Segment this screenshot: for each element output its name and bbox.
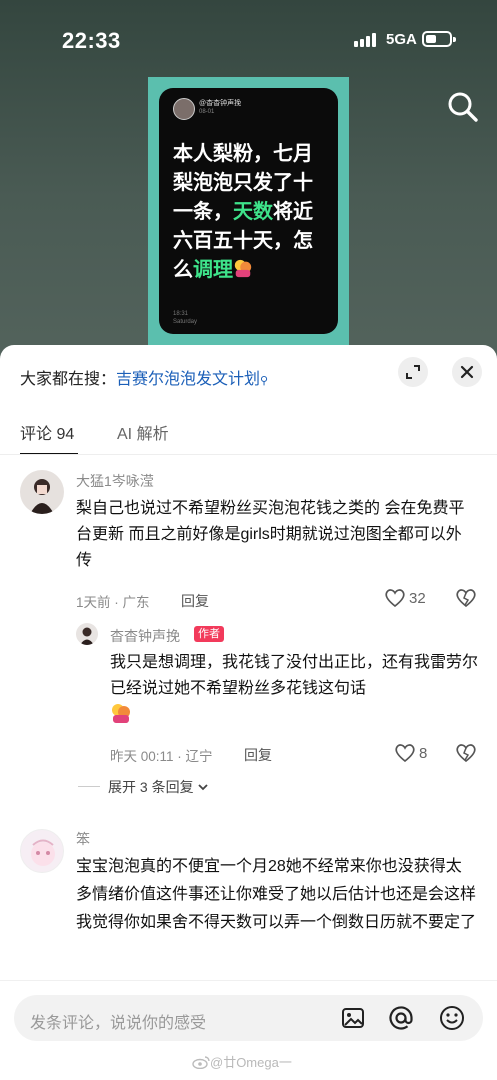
reply-text: 我只是想调理，我花钱了没付出正比，还有我雷劳尔已经说过她不希望粉丝多花钱这句话 [110,650,482,729]
dislike-icon[interactable] [455,743,477,763]
close-icon[interactable] [452,357,482,387]
weibo-logo-icon [192,1056,210,1070]
comment-input[interactable]: 发条评论，说说你的感受 [14,995,483,1041]
author-badge: 作者 [194,626,224,642]
comment-sheet: 大家都在搜：吉赛尔泡泡发文计划⚲ 评论 94 AI 解析 大猛1岑咏滢 梨自己也… [0,345,497,1080]
image-icon[interactable] [341,1007,365,1029]
dislike-icon[interactable] [455,588,477,608]
poster-avatar [173,98,195,120]
tab-ai-analysis[interactable]: AI 解析 [117,420,169,444]
expand-icon[interactable] [398,357,428,387]
reply-meta: 昨天 00:11 · 辽宁 [110,749,213,764]
status-bar: 22:33 5GA [0,0,497,80]
comment-meta: 1天前 · 广东 [76,595,150,610]
comment-text: 宝宝泡泡真的不便宜一个月28她不经常来你也没获得太多情绪价值这件事还让你难受了她… [76,858,477,931]
comment-text: 梨自己也说过不希望粉丝买泡泡花钱之类的 会在免费平台更新 而且之前好像是girl… [76,500,465,569]
reply-button[interactable]: 回复 [244,745,272,765]
poster-date: 08-01 [199,109,215,115]
comment-author[interactable]: 大猛1岑咏滢 [76,471,154,491]
poster-footer-day: Saturday [173,319,198,325]
comment-tabs: 评论 94 AI 解析 [0,417,497,457]
post-image[interactable]: @杳杳钟声挽 08-01 本人梨粉，七月梨泡泡只发了十一条，天数将近六百五十天，… [148,77,349,360]
search-icon[interactable] [446,90,480,124]
search-small-icon: ⚲ [260,375,269,387]
comment-author[interactable]: 笨 [76,829,90,849]
poster-footer-time: 18:31 [173,311,189,317]
mention-icon[interactable] [388,1005,414,1031]
hot-search[interactable]: 大家都在搜：吉赛尔泡泡发文计划⚲ [20,365,268,389]
chevron-down-icon [198,784,209,791]
reply-button[interactable]: 回复 [181,591,209,611]
watermark: @廿Omega一 [192,1052,292,1071]
divider [0,454,497,455]
like-icon[interactable] [384,588,406,608]
like-count: 8 [419,745,428,762]
avatar[interactable] [20,470,64,514]
poster-name: @杳杳钟声挽 [199,100,242,107]
like-icon[interactable] [394,743,416,763]
like-count: 32 [409,590,426,607]
network-label: 5GA [386,31,417,48]
signal-icon [354,33,380,47]
hot-search-link[interactable]: 吉赛尔泡泡发文计划 [116,371,260,388]
avatar[interactable] [76,623,98,645]
status-time: 22:33 [62,28,121,53]
hug-emoji-icon [112,704,130,723]
post-image-card: @杳杳钟声挽 08-01 本人梨粉，七月梨泡泡只发了十一条，天数将近六百五十天，… [159,88,338,334]
comment-input-placeholder: 发条评论，说说你的感受 [30,1015,207,1032]
divider [78,786,100,787]
poster-text: 本人梨粉，七月梨泡泡只发了十一条，天数将近六百五十天，怎么调理 [173,143,313,281]
emoji-icon[interactable] [439,1005,465,1031]
avatar[interactable] [20,829,64,873]
tab-comments[interactable]: 评论 94 [20,420,74,444]
reply-author[interactable]: 杳杳钟声挽 [110,626,180,646]
hug-emoji-icon [234,259,252,278]
expand-replies-button[interactable]: 展开 3 条回复 [108,777,209,797]
battery-icon [422,31,456,47]
